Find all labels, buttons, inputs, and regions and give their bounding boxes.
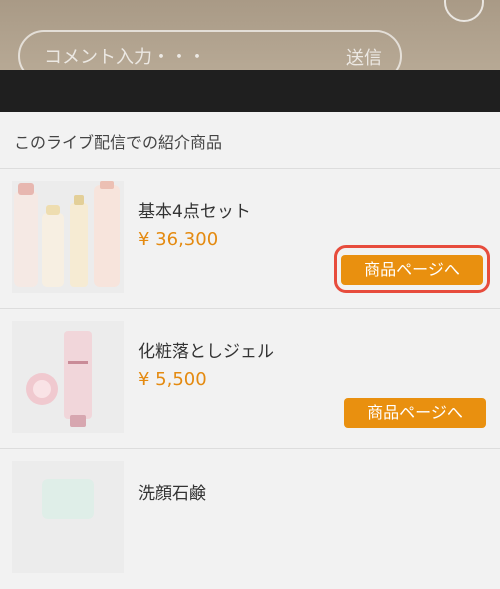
product-item[interactable]: 洗顔石鹸	[0, 449, 500, 589]
product-image-set	[12, 181, 124, 293]
highlight-frame: 商品ページへ	[334, 245, 490, 293]
sheet-title: このライブ配信での紹介商品	[14, 133, 223, 152]
product-image-soap	[12, 461, 124, 573]
comment-input[interactable]	[42, 42, 336, 72]
product-item[interactable]: 化粧落としジェル ¥ 5,500 商品ページへ	[0, 309, 500, 449]
product-image-gel	[12, 321, 124, 433]
circle-button-icon[interactable]	[444, 0, 484, 22]
product-item[interactable]: 基本4点セット ¥ 36,300 商品ページへ	[0, 169, 500, 309]
product-price: ¥ 36,300	[138, 229, 219, 250]
product-sheet: このライブ配信での紹介商品 基本4点セット ¥ 36,300 商品ページへ 化粧…	[0, 112, 500, 573]
product-name: 化粧落としジェル	[138, 342, 274, 362]
overlay-band	[0, 70, 500, 112]
product-page-button[interactable]: 商品ページへ	[341, 255, 483, 285]
product-name: 基本4点セット	[138, 202, 251, 222]
send-button[interactable]: 送信	[346, 44, 382, 70]
product-price: ¥ 5,500	[138, 369, 207, 390]
product-name: 洗顔石鹸	[138, 484, 206, 504]
product-page-button[interactable]: 商品ページへ	[344, 398, 486, 428]
